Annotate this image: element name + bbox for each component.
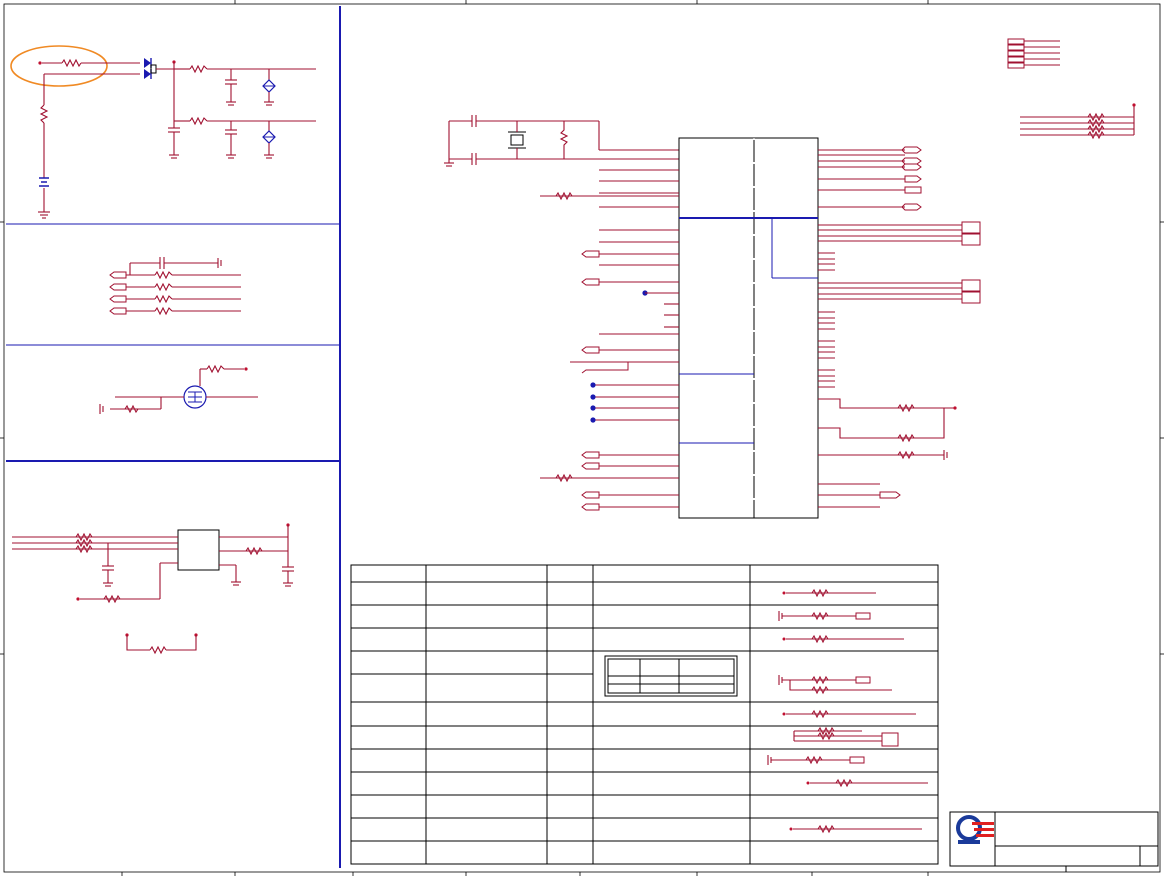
regulator-ic xyxy=(177,529,220,571)
crystal-block xyxy=(444,115,679,167)
logo-icon xyxy=(956,815,994,844)
top-right-connectors xyxy=(1007,38,1136,140)
diode-icon xyxy=(144,58,157,79)
connector-ports xyxy=(109,271,127,315)
power-input-block xyxy=(10,45,316,219)
sheet-frame xyxy=(0,0,1164,876)
ground-icon xyxy=(38,211,50,219)
regulator-block xyxy=(12,523,294,655)
mosfet-block xyxy=(99,364,258,414)
controller-ic xyxy=(678,137,819,519)
section-dividers xyxy=(6,6,341,868)
schematic-canvas xyxy=(0,0,1164,876)
mosfet-icon xyxy=(183,385,207,409)
crystal-icon xyxy=(508,131,526,149)
config-table-block xyxy=(350,564,939,865)
resistor-icon xyxy=(61,58,82,68)
rc-filter-block xyxy=(109,257,241,316)
highlight-marker xyxy=(10,45,108,87)
title-block xyxy=(949,811,1159,872)
controller-ic-block xyxy=(540,137,981,519)
capacitor-icon xyxy=(225,69,237,106)
